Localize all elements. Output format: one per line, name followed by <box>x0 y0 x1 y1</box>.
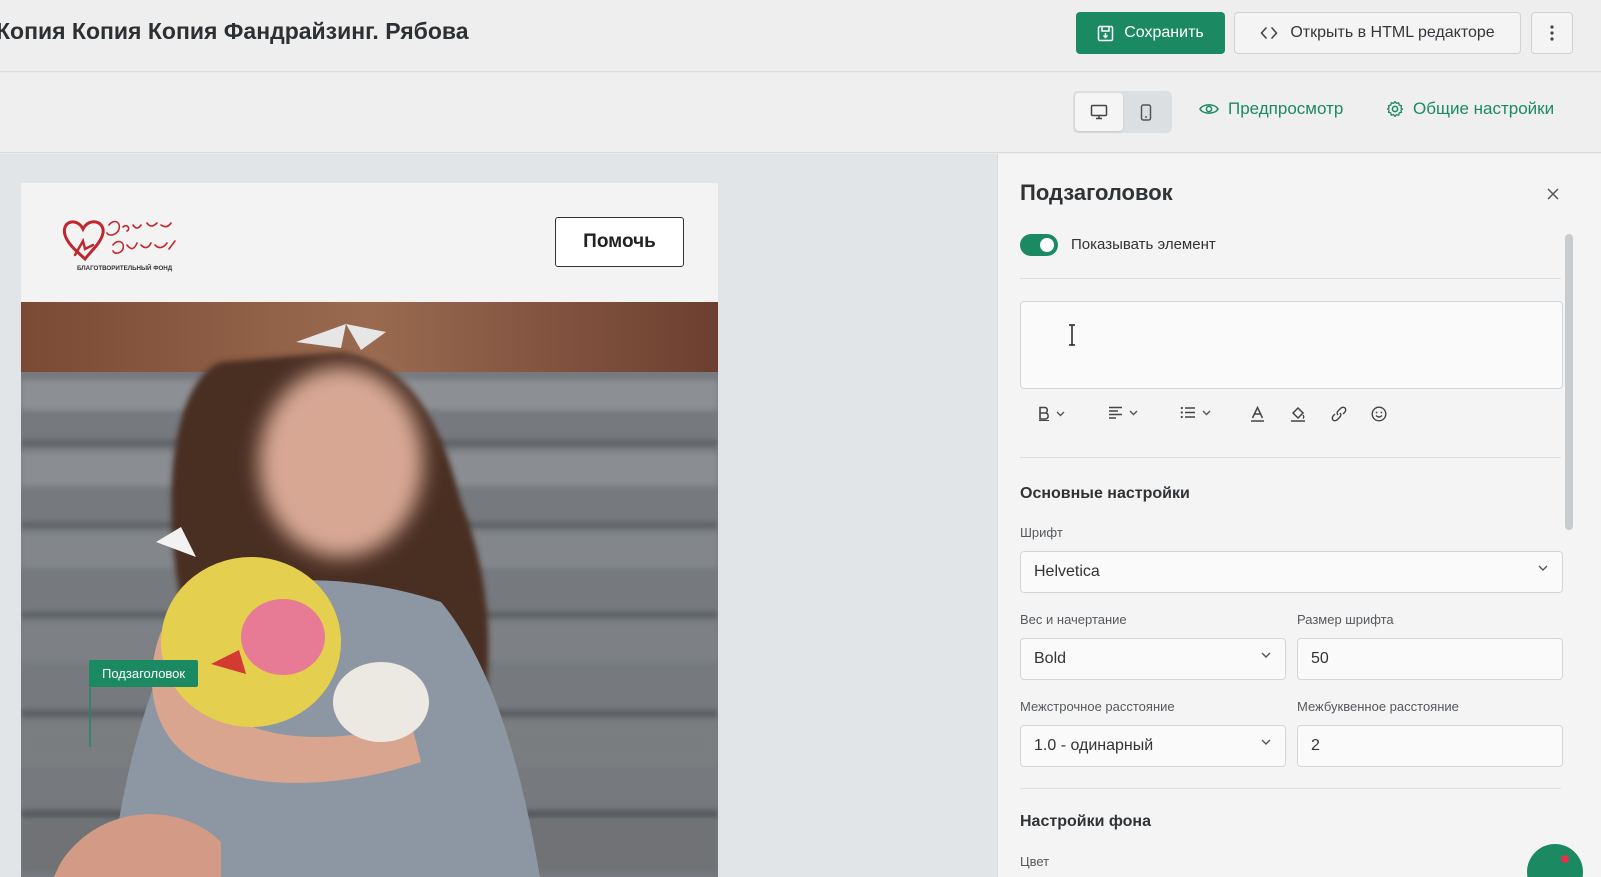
font-select[interactable]: Helvetica <box>1020 551 1563 593</box>
list-dropdown[interactable] <box>1180 406 1211 419</box>
open-html-editor-label: Открыть в HTML редакторе <box>1290 24 1495 41</box>
save-icon <box>1097 25 1114 41</box>
close-panel-button[interactable] <box>1547 184 1559 205</box>
show-element-toggle[interactable] <box>1020 234 1058 256</box>
show-element-label: Показывать элемент <box>1071 236 1216 253</box>
basic-settings-heading: Основные настройки <box>1020 485 1190 502</box>
letter-spacing-input[interactable]: 2 <box>1297 725 1563 767</box>
code-icon <box>1261 27 1278 39</box>
text-color-icon <box>1251 406 1264 422</box>
text-cursor-icon <box>1069 324 1075 346</box>
document-title: Копия Копия Копия Фандрайзинг. Рябова <box>0 18 469 44</box>
link-icon <box>1331 406 1347 422</box>
chevron-down-icon <box>1129 410 1138 415</box>
mobile-icon <box>1141 103 1152 121</box>
preview-link[interactable]: Предпросмотр <box>1199 99 1343 119</box>
font-size-value: 50 <box>1311 650 1329 667</box>
weight-select[interactable]: Bold <box>1020 638 1286 680</box>
line-height-value: 1.0 - одинарный <box>1034 737 1154 754</box>
highlight-color-button[interactable] <box>1290 406 1306 422</box>
desktop-icon <box>1090 104 1107 120</box>
font-value: Helvetica <box>1034 563 1100 580</box>
color-label: Цвет <box>1020 854 1050 869</box>
text-color-button[interactable] <box>1250 406 1265 422</box>
line-height-label: Межстрочное расстояние <box>1020 699 1175 714</box>
desktop-view-button[interactable] <box>1075 93 1123 131</box>
more-menu-button[interactable] <box>1531 12 1573 54</box>
subtitle-selection-line <box>89 687 91 747</box>
mobile-view-button[interactable] <box>1123 93 1171 131</box>
chevron-down-icon <box>1202 410 1211 415</box>
properties-panel: Подзаголовок Показывать элемент Основные… <box>997 154 1601 877</box>
bold-icon <box>1039 406 1049 421</box>
help-button[interactable]: Помочь <box>555 217 684 267</box>
close-icon <box>1547 188 1559 200</box>
divider <box>1020 278 1561 279</box>
emoji-icon <box>1371 406 1387 422</box>
weight-label: Вес и начертание <box>1020 612 1127 627</box>
chevron-down-icon <box>1538 565 1548 571</box>
letter-spacing-value: 2 <box>1311 737 1320 754</box>
general-settings-label: Общие настройки <box>1413 99 1555 118</box>
charity-logo: БЛАГОТВОРИТЕЛЬНЫЙ ФОНД <box>62 220 176 272</box>
font-label: Шрифт <box>1020 525 1063 540</box>
hero-photo[interactable] <box>21 302 718 877</box>
chevron-down-icon <box>1261 739 1271 745</box>
device-switcher <box>1073 91 1172 133</box>
line-height-select[interactable]: 1.0 - одинарный <box>1020 725 1286 767</box>
background-settings-heading: Настройки фона <box>1020 813 1151 830</box>
letter-spacing-label: Межбуквенное расстояние <box>1297 699 1459 714</box>
email-preview: БЛАГОТВОРИТЕЛЬНЫЙ ФОНД Помочь <box>21 183 718 877</box>
preview-label: Предпросмотр <box>1228 99 1344 118</box>
align-left-icon <box>1109 406 1122 419</box>
email-canvas: БЛАГОТВОРИТЕЛЬНЫЙ ФОНД Помочь Подзаголов… <box>0 154 997 877</box>
gear-icon <box>1386 100 1404 118</box>
emoji-button[interactable] <box>1371 406 1387 422</box>
align-dropdown[interactable] <box>1108 406 1138 419</box>
eye-icon <box>1199 104 1219 114</box>
chevron-down-icon <box>1261 652 1271 658</box>
link-button[interactable] <box>1331 406 1347 422</box>
font-size-input[interactable]: 50 <box>1297 638 1563 680</box>
bold-dropdown[interactable] <box>1038 406 1065 421</box>
divider <box>1020 788 1561 789</box>
formatting-toolbar <box>1020 400 1440 434</box>
chevron-down-icon <box>1056 411 1065 416</box>
weight-value: Bold <box>1034 650 1067 667</box>
email-header[interactable]: БЛАГОТВОРИТЕЛЬНЫЙ ФОНД Помочь <box>21 183 718 302</box>
subtitle-text-editor[interactable] <box>1020 301 1563 389</box>
top-bar: Копия Копия Копия Фандрайзинг. Рябова Со… <box>0 0 1601 72</box>
paint-bucket-icon <box>1291 406 1305 422</box>
divider <box>1020 457 1561 458</box>
general-settings-link[interactable]: Общие настройки <box>1386 99 1554 119</box>
open-html-editor-button[interactable]: Открыть в HTML редакторе <box>1234 12 1521 54</box>
subtitle-element-tag[interactable]: Подзаголовок <box>89 660 199 687</box>
panel-title: Подзаголовок <box>1020 180 1173 205</box>
list-icon <box>1180 406 1195 419</box>
logo-caption: БЛАГОТВОРИТЕЛЬНЫЙ ФОНД <box>77 264 173 272</box>
editor-toolbar: Предпросмотр Общие настройки <box>0 73 1601 153</box>
notification-dot <box>1561 855 1569 863</box>
save-button[interactable]: Сохранить <box>1076 12 1225 54</box>
font-size-label: Размер шрифта <box>1297 612 1394 627</box>
more-vertical-icon <box>1550 25 1554 41</box>
panel-scrollbar[interactable] <box>1565 234 1573 530</box>
save-label: Сохранить <box>1124 24 1204 41</box>
support-chat-button[interactable] <box>1527 844 1583 877</box>
